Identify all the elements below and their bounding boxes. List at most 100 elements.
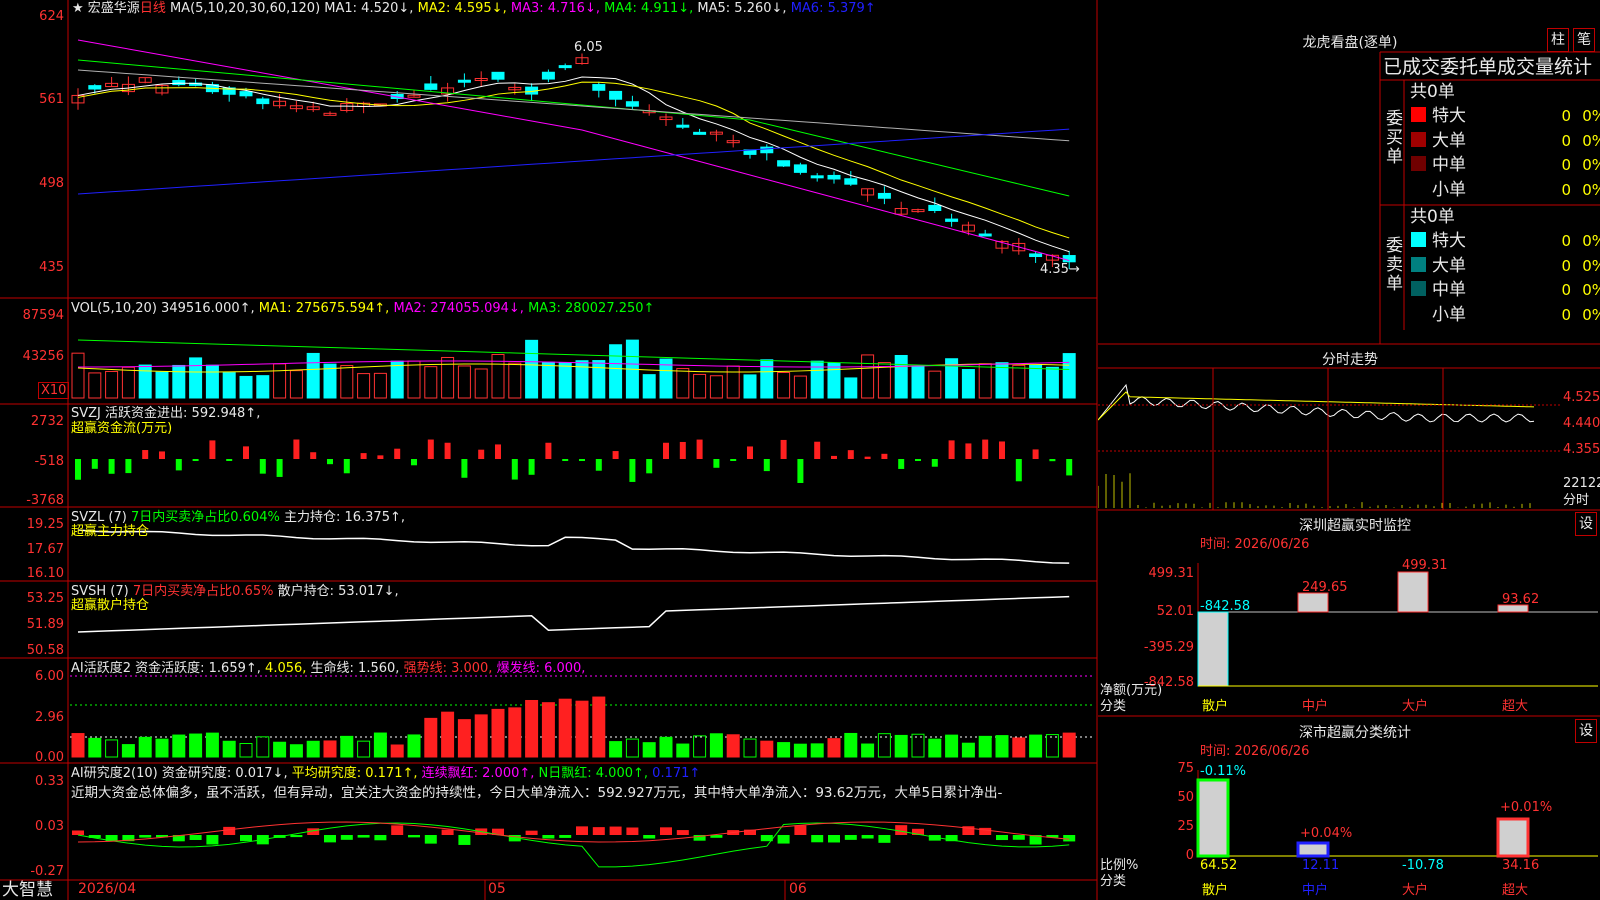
- sz-class-top-label: +0.01%: [1500, 800, 1553, 815]
- fund-flow-bar: [847, 450, 854, 459]
- period-label[interactable]: 日线: [140, 1, 166, 16]
- fund-flow-bar: [461, 459, 468, 478]
- active-bar: [978, 735, 992, 758]
- volume-bar: [961, 369, 975, 399]
- fund-flow-bar: [495, 444, 501, 459]
- fund-flow-bar: [243, 446, 249, 459]
- ma3-value: MA3: 4.716↓,: [510, 1, 600, 16]
- sz-class-top-label: +0.04%: [1300, 826, 1353, 841]
- ai-active-label: AI活跃度2: [71, 661, 131, 676]
- research-bar: [979, 827, 992, 835]
- volume-bar: [525, 339, 539, 399]
- volume-bar: [172, 364, 186, 399]
- active-bar: [508, 707, 522, 758]
- sz-monitor-bar-label: 499.31: [1402, 558, 1448, 573]
- svzj-subtitle: 超赢资金流(万元): [71, 421, 173, 436]
- research-bar: [189, 835, 202, 840]
- active-bar: [760, 740, 774, 758]
- fund-flow-bar: [259, 459, 266, 474]
- candle-body: [239, 91, 253, 97]
- sell-side-label: 委卖单: [1386, 236, 1403, 294]
- svsh-subtitle: 超赢散户持仓: [71, 598, 150, 613]
- fund-flow-bar: [209, 440, 216, 459]
- sz-monitor-axis-label: -395.29: [1143, 640, 1194, 655]
- vol-axis-label: 87594: [22, 308, 64, 323]
- axis-month-06: 06: [789, 881, 807, 897]
- buy-total: 共0单: [1410, 82, 1455, 102]
- main-chart-canvas[interactable]: [0, 0, 1098, 900]
- sz-class-ylabel: 比例%: [1100, 858, 1139, 873]
- vol-axis-label: 43256: [22, 349, 64, 364]
- volume-bar: [373, 372, 387, 399]
- fund-flow-bar: [444, 442, 451, 459]
- lhb-swatch: [1411, 107, 1426, 122]
- vol-unit-badge: X10: [38, 382, 70, 399]
- research-bar: [139, 835, 152, 838]
- fund-flow-bar: [108, 459, 115, 474]
- vol-label: VOL(5,10,20): [71, 301, 157, 316]
- volume-bar: [71, 352, 85, 399]
- lhb-swatch: [1411, 305, 1426, 321]
- active-bar: [138, 736, 152, 758]
- sz-monitor-title: 深圳超赢实时监控: [1299, 518, 1411, 534]
- fund-flow-bar: [713, 459, 720, 468]
- active-bar: [793, 743, 807, 758]
- active-bar: [390, 744, 404, 758]
- favorite-star-icon[interactable]: ★: [72, 1, 84, 16]
- active-bar: [491, 708, 505, 758]
- flow-axis-label: -3768: [26, 493, 64, 508]
- volume-bar: [390, 360, 404, 399]
- svzl-axis-label: 19.25: [26, 517, 64, 532]
- fund-flow-bar: [965, 443, 972, 459]
- volume-bar: [743, 374, 757, 399]
- active-bar: [71, 733, 85, 758]
- active-bar: [340, 735, 354, 758]
- research-bar: [72, 830, 84, 835]
- active-bar: [558, 698, 572, 758]
- ma6-line: [77, 128, 1070, 195]
- candle-body: [760, 146, 774, 154]
- lhb-row-pct: 0%: [1582, 131, 1600, 150]
- fund-flow-bar: [276, 459, 283, 477]
- ai-life-line: 生命线: 1.560,: [310, 661, 400, 676]
- ai-v5: 0.171↑: [652, 766, 701, 781]
- ma1-line: [77, 76, 1070, 253]
- ai-nday-red: N日飘红: 4.000↑,: [538, 766, 649, 781]
- price-axis-label: 435: [39, 260, 64, 275]
- fund-flow-bar: [679, 441, 686, 459]
- fund-flow-bar: [814, 441, 821, 459]
- volume-bar: [1012, 364, 1026, 399]
- lhb-row: 中单 0 0%: [1411, 153, 1600, 177]
- sz-monitor-settings-button[interactable]: 设: [1575, 512, 1597, 536]
- buy-side-label: 委买单: [1386, 109, 1403, 167]
- fund-flow-bar: [226, 459, 233, 461]
- research-bar: [794, 825, 807, 835]
- tick-mode-button[interactable]: 笔: [1573, 28, 1595, 52]
- volume-bar: [676, 368, 690, 399]
- svzl-subtitle: 超赢主力持仓: [71, 524, 150, 539]
- research-bar: [626, 827, 639, 835]
- sz-class-settings-button[interactable]: 设: [1575, 719, 1597, 743]
- fund-flow-bar: [864, 456, 871, 459]
- candle-body: [810, 175, 824, 179]
- intraday-avg-line: [1098, 391, 1535, 421]
- lhb-row: 中单 0 0%: [1411, 278, 1600, 302]
- volume-bar: [844, 377, 858, 399]
- volume-bar: [558, 362, 572, 399]
- fund-flow-bar: [780, 439, 787, 459]
- bar-mode-button[interactable]: 柱: [1547, 28, 1569, 52]
- volume-bar: [1062, 353, 1076, 399]
- lhb-swatch: [1411, 232, 1426, 247]
- ai-research-axis-label: 0.33: [35, 774, 64, 789]
- sz-class-axis-label: 0: [1185, 848, 1194, 863]
- volume-bar: [861, 354, 875, 399]
- sz-monitor-xlabel: 分类: [1100, 699, 1127, 714]
- fund-flow-bar: [629, 459, 636, 482]
- fund-flow-bar: [915, 459, 921, 461]
- ai-research-label: AI研究度2(10): [71, 766, 158, 781]
- sz-monitor-axis-label: 52.01: [1156, 604, 1194, 619]
- active-bar: [1045, 734, 1059, 758]
- fund-flow-bar: [1032, 449, 1039, 459]
- svzl-line: [77, 529, 1070, 564]
- sz-class-category: 中户: [1302, 883, 1329, 898]
